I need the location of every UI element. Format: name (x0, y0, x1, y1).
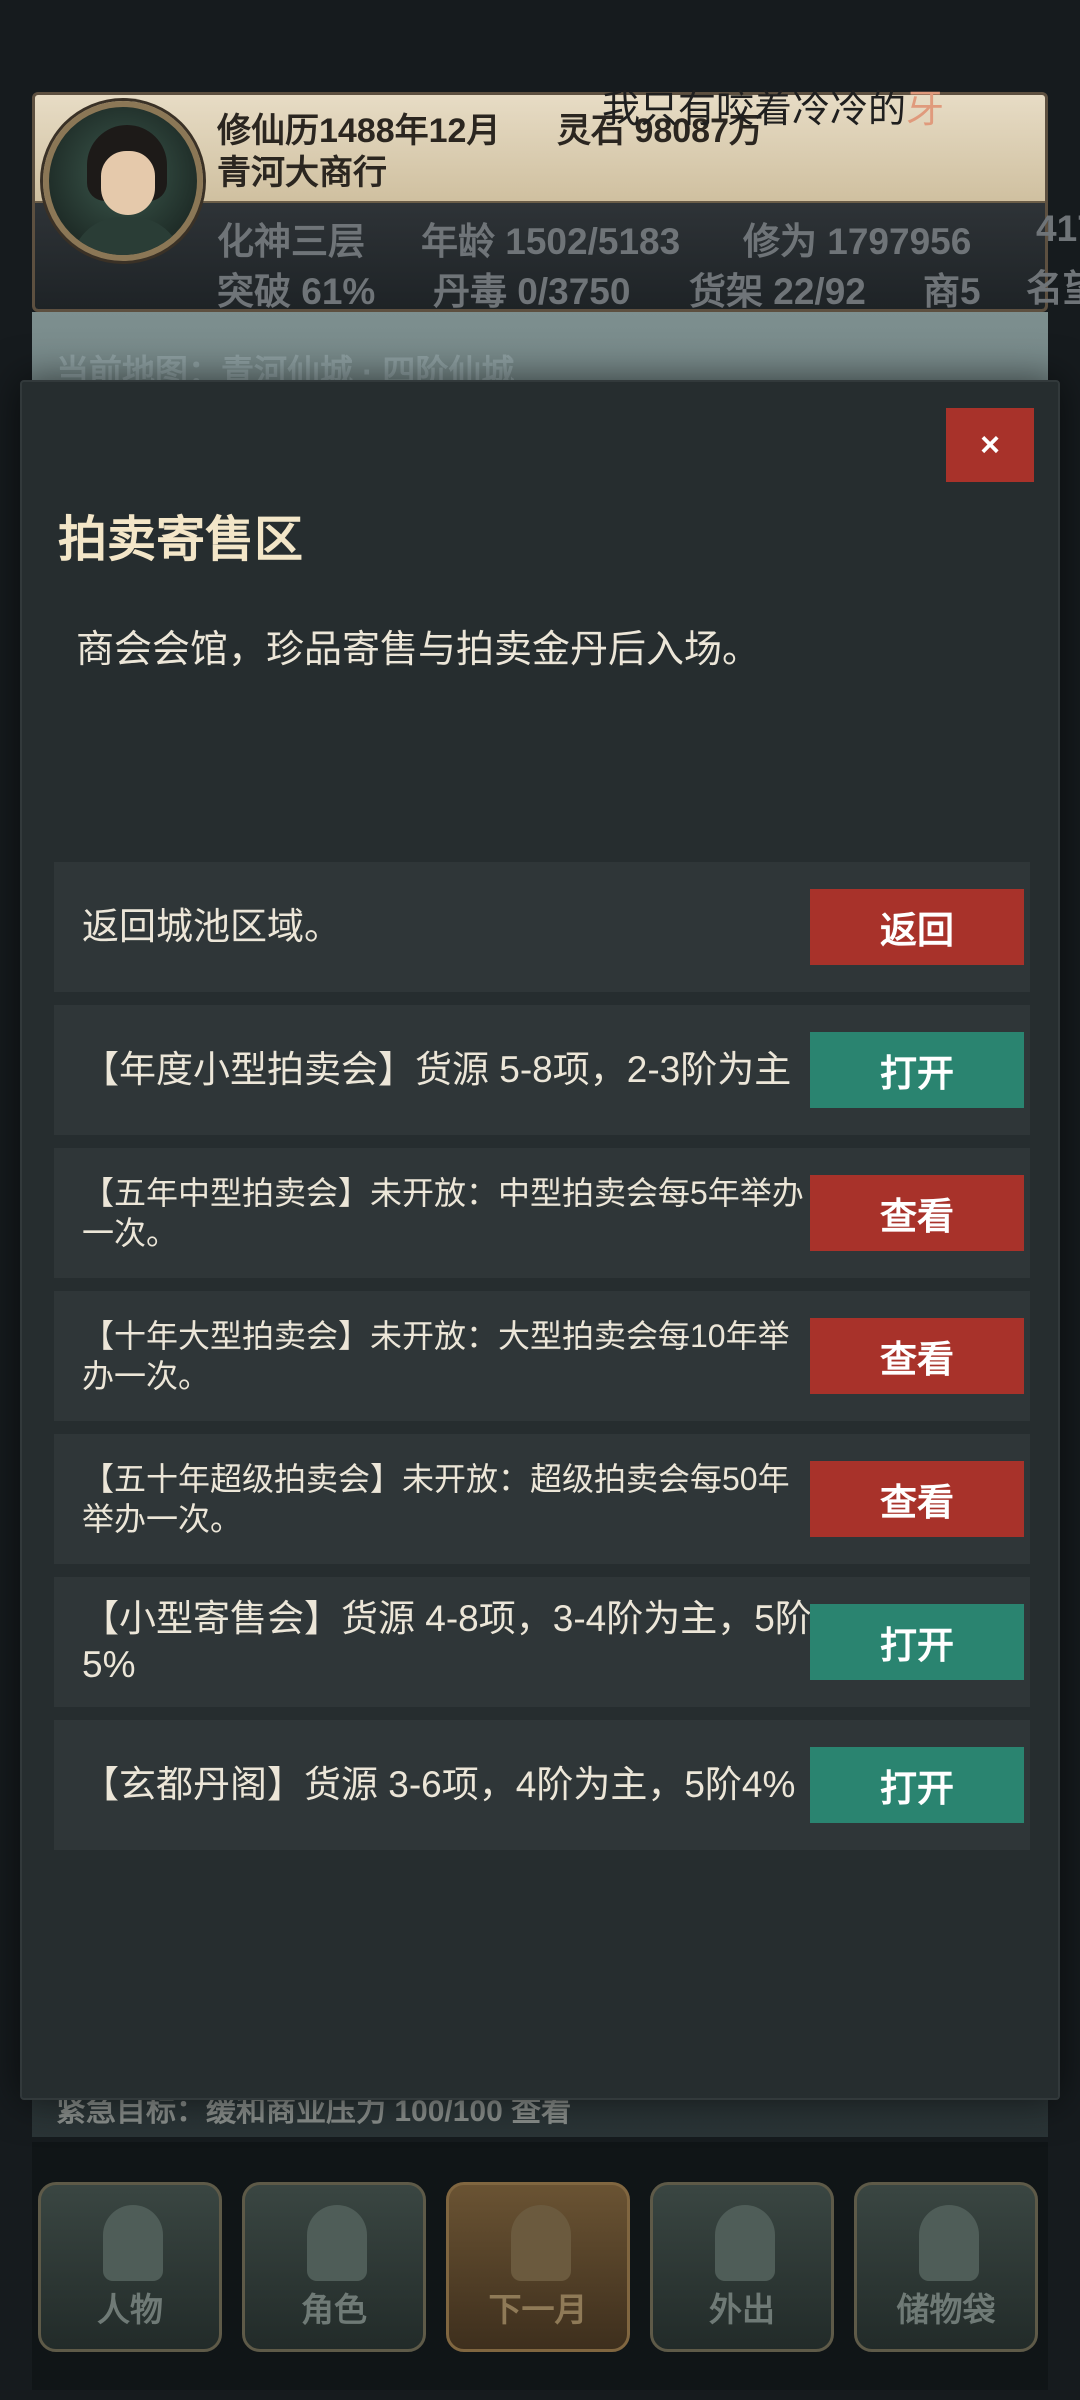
option-row-small-consignment: 【小型寄售会】货源 4-8项，3-4阶为主，5阶5% 打开 (54, 1577, 1030, 1707)
view-button[interactable]: 查看 (810, 1175, 1024, 1251)
nav-button-storage-bag[interactable]: 储物袋 (854, 2182, 1038, 2352)
storage-bag-icon (919, 2205, 979, 2281)
overlay-caption-text: 我只有咬着冷冷的 (602, 89, 907, 131)
nav-button-person[interactable]: 人物 (38, 2182, 222, 2352)
option-row-ten-year-auction: 【十年大型拍卖会】未开放：大型拍卖会每10年举办一次。 查看 (54, 1291, 1030, 1421)
cultivation-stat-overflow: 417 (1036, 208, 1080, 249)
nav-button-travel[interactable]: 外出 (650, 2182, 834, 2352)
option-text: 【年度小型拍卖会】货源 5-8项，2-3阶为主 (82, 1049, 792, 1090)
nav-label: 下一月 (488, 2291, 588, 2328)
option-text: 【十年大型拍卖会】未开放：大型拍卖会每10年举办一次。 (82, 1318, 790, 1394)
nav-button-next-month[interactable]: 下一月 (446, 2182, 630, 2352)
modal-description: 商会会馆，珍品寄售与拍卖金丹后入场。 (76, 629, 761, 671)
overlay-caption-accent: 牙 (906, 89, 945, 131)
option-text: 【五年中型拍卖会】未开放：中型拍卖会每5年举办一次。 (82, 1175, 804, 1251)
option-row-xuandu-pill-pavilion: 【玄都丹阁】货源 3-6项，4阶为主，5阶4% 打开 (54, 1720, 1030, 1850)
shelves-stat: 货架 22/92 (689, 271, 866, 312)
realm-level: 化神三层 (217, 221, 365, 262)
fame-stat: 名望 (1026, 268, 1080, 309)
close-button[interactable]: × (946, 408, 1034, 482)
person-icon (103, 2205, 163, 2281)
option-text: 【五十年超级拍卖会】未开放：超级拍卖会每50年举办一次。 (82, 1461, 790, 1537)
option-row-fifty-year-auction: 【五十年超级拍卖会】未开放：超级拍卖会每50年举办一次。 查看 (54, 1434, 1030, 1564)
age-stat: 年龄 1502/5183 (421, 221, 681, 262)
nav-label: 外出 (709, 2291, 775, 2328)
nav-label: 人物 (97, 2291, 163, 2328)
player-avatar[interactable] (43, 101, 203, 261)
nav-label: 角色 (301, 2291, 367, 2328)
option-text: 【玄都丹阁】货源 3-6项，4阶为主，5阶4% (82, 1764, 796, 1805)
option-row-return: 返回城池区域。 返回 (54, 862, 1030, 992)
cultivation-stat: 修为 1797956 (743, 221, 972, 262)
return-button[interactable]: 返回 (810, 889, 1024, 965)
option-row-five-year-auction: 【五年中型拍卖会】未开放：中型拍卖会每5年举办一次。 查看 (54, 1148, 1030, 1278)
nav-button-character[interactable]: 角色 (242, 2182, 426, 2352)
view-button[interactable]: 查看 (810, 1318, 1024, 1394)
breakthrough-stat: 突破 61% (217, 271, 376, 312)
overlay-caption: 我只有咬着冷冷的牙 (602, 78, 944, 133)
merchant-rank: 商5 (923, 271, 981, 312)
option-text: 返回城池区域。 (82, 906, 341, 947)
open-button[interactable]: 打开 (810, 1747, 1024, 1823)
character-icon (307, 2205, 367, 2281)
modal-title: 拍卖寄售区 (58, 513, 304, 567)
view-button[interactable]: 查看 (810, 1461, 1024, 1537)
avatar-face (101, 151, 155, 215)
option-list: 返回城池区域。 返回 【年度小型拍卖会】货源 5-8项，2-3阶为主 打开 【五… (54, 862, 1030, 1863)
pill-toxin-stat: 丹毒 0/3750 (433, 271, 631, 312)
nav-label: 储物袋 (896, 2291, 996, 2328)
shop-name: 青河大商行 (217, 154, 387, 192)
avatar-robe (71, 217, 183, 255)
auction-consignment-modal: × 拍卖寄售区 商会会馆，珍品寄售与拍卖金丹后入场。 返回城池区域。 返回 【年… (20, 380, 1060, 2100)
option-text: 【小型寄售会】货源 4-8项，3-4阶为主，5阶5% (82, 1598, 812, 1685)
open-button[interactable]: 打开 (810, 1604, 1024, 1680)
flag-icon (511, 2205, 571, 2281)
travel-icon (715, 2205, 775, 2281)
option-row-annual-small-auction: 【年度小型拍卖会】货源 5-8项，2-3阶为主 打开 (54, 1005, 1030, 1135)
open-button[interactable]: 打开 (810, 1032, 1024, 1108)
